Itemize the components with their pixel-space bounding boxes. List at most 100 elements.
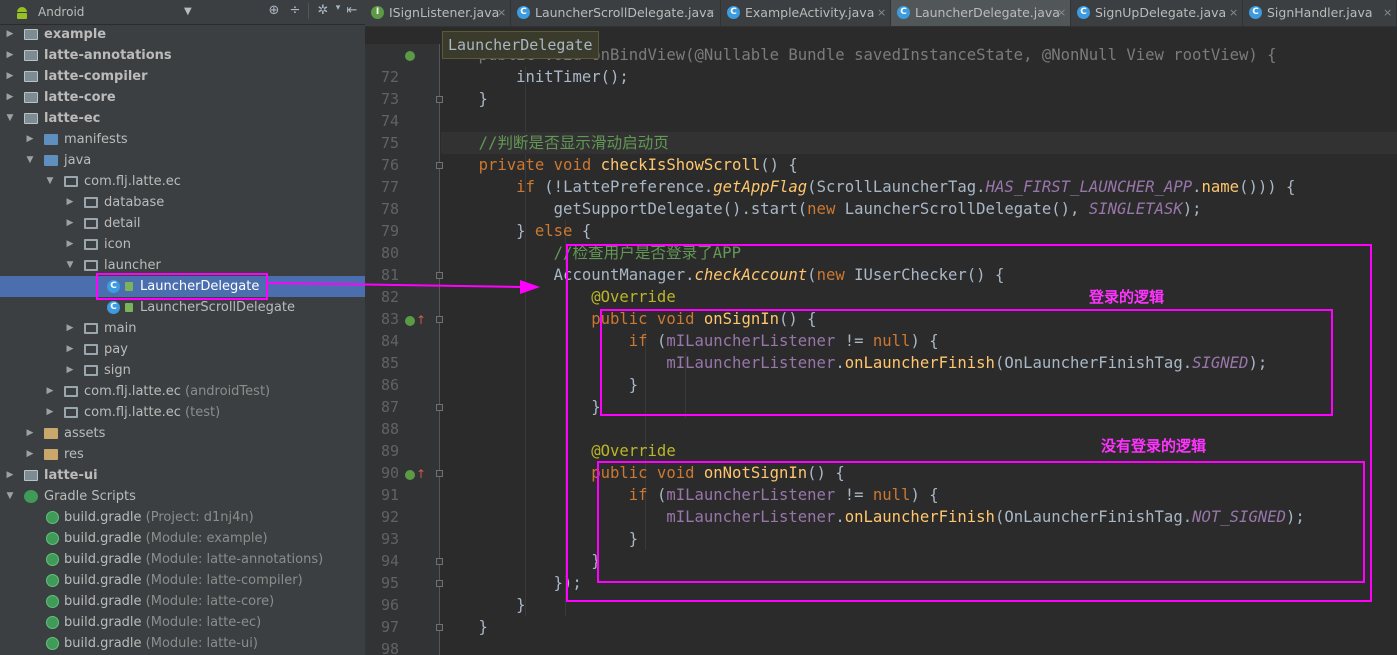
chevron-right-icon[interactable]: ▶ [64,339,76,360]
close-icon[interactable]: × [1229,0,1238,26]
tab-launcher-scroll-delegate[interactable]: C LauncherScrollDelegate.java × [511,0,721,26]
tab-isignlistener[interactable]: I ISignListener.java × [365,0,511,26]
tree-item-build-gradle[interactable]: build.gradle (Module: latte-ui) [0,633,365,654]
chevron-right-icon[interactable]: ▶ [64,318,76,339]
chevron-down-icon[interactable]: ▼ [64,255,76,276]
tree-item-latte-ui[interactable]: ▶ latte-ui [0,465,365,486]
package-icon [84,239,98,250]
tree-item-latte-core[interactable]: ▶ latte-core [0,87,365,108]
line-number: 81 [380,266,399,284]
package-name: com.flj.latte.ec [84,384,181,399]
close-icon[interactable]: × [497,0,506,26]
arrow-up-icon[interactable]: ↑ [416,314,426,326]
chevron-down-icon[interactable]: ▼ [44,171,56,192]
tab-launcher-delegate[interactable]: C LauncherDelegate.java × [891,0,1071,26]
tab-signup-delegate[interactable]: C SignUpDelegate.java × [1071,0,1243,26]
chevron-down-icon[interactable]: ▼ [4,486,16,507]
method-call: getAppFlag [713,178,808,196]
module-folder-icon [24,71,38,82]
chevron-right-icon[interactable]: ▶ [44,402,56,423]
tree-item-main[interactable]: ▶ main [0,318,365,339]
tree-item-gradle-scripts[interactable]: ▼ Gradle Scripts [0,486,365,507]
code-line-81: AccountManager.checkAccount(new IUserChe… [553,266,1005,284]
tree-item-detail[interactable]: ▶ detail [0,213,365,234]
tree-item-build-gradle[interactable]: build.gradle (Module: latte-ec) [0,612,365,633]
tree-item-package-main[interactable]: ▼ com.flj.latte.ec [0,171,365,192]
tab-sign-handler[interactable]: C SignHandler.java × [1243,0,1397,26]
chevron-right-icon[interactable]: ▶ [4,24,16,45]
tab-example-activity[interactable]: C ExampleActivity.java × [721,0,891,26]
close-icon[interactable]: × [1383,0,1392,26]
tree-item-launcher-delegate[interactable]: C LauncherDelegate [0,276,365,297]
sync-icon[interactable]: ⊕ [266,3,282,21]
tree-item-manifests[interactable]: ▶ manifests [0,129,365,150]
line-number: 84 [380,332,399,350]
gear-icon[interactable]: ✲ [315,3,331,21]
tree-item-launcher-scroll-delegate[interactable]: C LauncherScrollDelegate [0,297,365,318]
chevron-right-icon[interactable]: ▶ [4,66,16,87]
line-number: 78 [380,200,399,218]
chevron-right-icon[interactable]: ▶ [4,45,16,66]
tree-item-build-gradle[interactable]: build.gradle (Module: latte-annotations) [0,549,365,570]
tree-item-launcher[interactable]: ▼ launcher [0,255,365,276]
chevron-down-icon: ▼ [184,6,192,17]
breadcrumb[interactable]: LauncherDelegate [442,31,599,59]
collapse-icon[interactable]: ÷ [287,3,303,21]
class-icon: C [107,301,120,314]
file-name: build.gradle [64,552,142,567]
tree-item-latte-annotations[interactable]: ▶ latte-annotations [0,45,365,66]
chevron-right-icon[interactable]: ▶ [64,213,76,234]
chevron-right-icon[interactable]: ▶ [64,192,76,213]
code-line-87: } [441,398,601,416]
code-line-79: } else { [441,222,592,240]
chevron-right-icon[interactable]: ▶ [44,381,56,402]
chevron-right-icon[interactable]: ▶ [64,360,76,381]
chevron-down-icon[interactable]: ▼ [4,108,16,129]
code-line-90: public void onNotSignIn() { [591,464,845,482]
tree-item-build-gradle[interactable]: build.gradle (Module: latte-core) [0,591,365,612]
chevron-down-icon[interactable]: ▼ [24,150,36,171]
tree-item-package-android-test[interactable]: ▶ com.flj.latte.ec (androidTest) [0,381,365,402]
hide-icon[interactable]: ⇤ [344,3,360,21]
field-name: mILauncherListener [666,332,836,350]
package-icon [64,176,78,187]
chevron-right-icon[interactable]: ▶ [4,465,16,486]
close-icon[interactable]: × [706,0,715,26]
chevron-right-icon[interactable]: ▶ [24,129,36,150]
tree-item-sign[interactable]: ▶ sign [0,360,365,381]
tree-item-package-test[interactable]: ▶ com.flj.latte.ec (test) [0,402,365,423]
tree-item-assets[interactable]: ▶ assets [0,423,365,444]
class-icon: C [1249,6,1262,19]
code-area[interactable]: public void onBindView(@Nullable Bundle … [441,44,1397,655]
tree-item-res[interactable]: ▶ res [0,444,365,465]
tree-item-icon[interactable]: ▶ icon [0,234,365,255]
arrow-up-icon[interactable]: ↑ [416,468,426,480]
tree-item-label: latte-ui [44,468,98,483]
tree-item-database[interactable]: ▶ database [0,192,365,213]
close-icon[interactable]: × [1057,0,1066,26]
chevron-right-icon[interactable]: ▶ [64,234,76,255]
tree-item-pay[interactable]: ▶ pay [0,339,365,360]
tree-item-latte-compiler[interactable]: ▶ latte-compiler [0,66,365,87]
code-line-80: //检查用户是否登录了APP [441,242,1397,264]
chevron-right-icon[interactable]: ▶ [4,87,16,108]
tree-item-build-gradle[interactable]: build.gradle (Project: d1nj4n) [0,507,365,528]
gradle-file-icon [46,595,59,608]
class-icon: C [727,6,740,19]
chevron-right-icon[interactable]: ▶ [24,444,36,465]
code-line-83: public void onSignIn() { [591,310,817,328]
tree-item-build-gradle[interactable]: build.gradle (Module: example) [0,528,365,549]
view-mode-dropdown[interactable]: Android ▼ [6,3,194,21]
chevron-right-icon[interactable]: ▶ [24,423,36,444]
tree-item-build-gradle[interactable]: build.gradle (Module: latte-compiler) [0,570,365,591]
tree-item-example[interactable]: ▶ example [0,24,365,45]
line-number: 94 [380,552,399,570]
override-icon[interactable] [405,470,415,480]
line-number: 83 [380,310,399,328]
tree-item-latte-ec[interactable]: ▼ latte-ec [0,108,365,129]
override-icon[interactable] [405,51,415,61]
close-icon[interactable]: × [877,0,886,26]
tree-item-java[interactable]: ▼ java [0,150,365,171]
override-icon[interactable] [405,316,415,326]
